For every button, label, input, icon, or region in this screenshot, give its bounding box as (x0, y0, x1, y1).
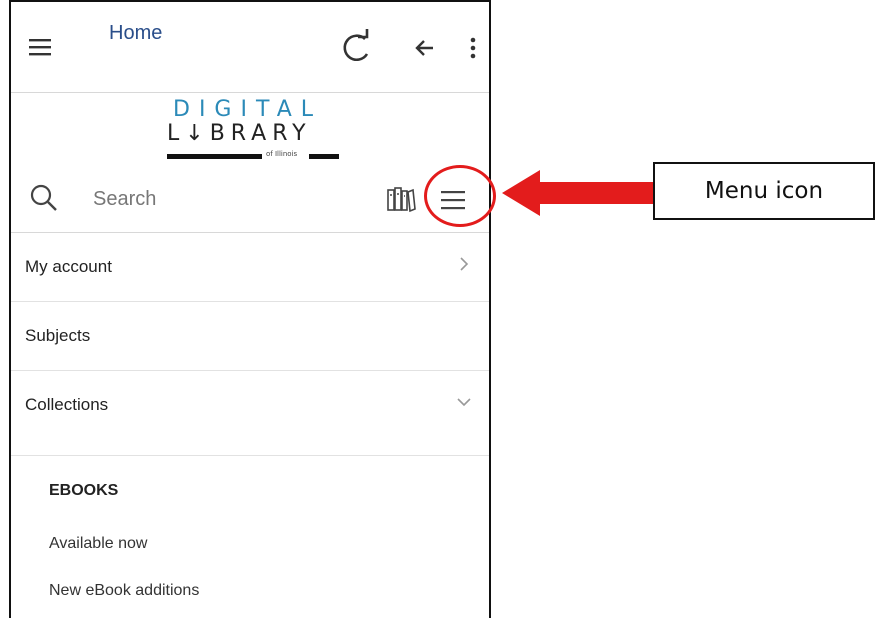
submenu-item-new-ebook-additions[interactable]: New eBook additions (49, 582, 199, 600)
logo-line-2: L↓BRARY (167, 121, 312, 146)
submenu-heading: EBOOKS (49, 482, 119, 499)
bookshelf-icon[interactable] (384, 183, 418, 215)
page-title: Home (109, 22, 163, 44)
logo-bar (167, 154, 262, 159)
search-icon[interactable] (27, 181, 61, 215)
menu-item-label: Subjects (25, 326, 91, 345)
hamburger-icon[interactable] (25, 32, 55, 62)
callout-arrow (502, 170, 658, 216)
more-vertical-icon[interactable] (463, 32, 483, 64)
menu-item-my-account[interactable]: My account (11, 233, 489, 302)
digital-library-logo[interactable]: DIGITAL L↓BRARY of Illinois (159, 97, 349, 167)
refresh-icon[interactable] (336, 28, 376, 68)
search-bar: Search (11, 168, 489, 233)
chevron-right-icon (455, 255, 473, 273)
logo-line-1: DIGITAL (173, 97, 323, 122)
app-header: Home (11, 2, 489, 93)
submenu-item-available-now[interactable]: Available now (49, 535, 147, 553)
chevron-down-icon (455, 393, 473, 411)
menu-item-label: My account (25, 257, 112, 276)
menu-item-label: Collections (25, 395, 109, 414)
highlight-circle (424, 165, 496, 227)
logo-tagline: of Illinois (266, 150, 298, 158)
menu-item-collections[interactable]: Collections (11, 371, 489, 456)
search-input[interactable]: Search (93, 188, 156, 211)
logo-bar (309, 154, 339, 159)
back-arrow-icon[interactable] (409, 32, 441, 64)
callout-label: Menu icon (653, 162, 875, 220)
menu-item-subjects[interactable]: Subjects (11, 302, 489, 371)
phone-screen: Home DIGITAL L↓BRARY of Illinois Search … (9, 0, 491, 618)
